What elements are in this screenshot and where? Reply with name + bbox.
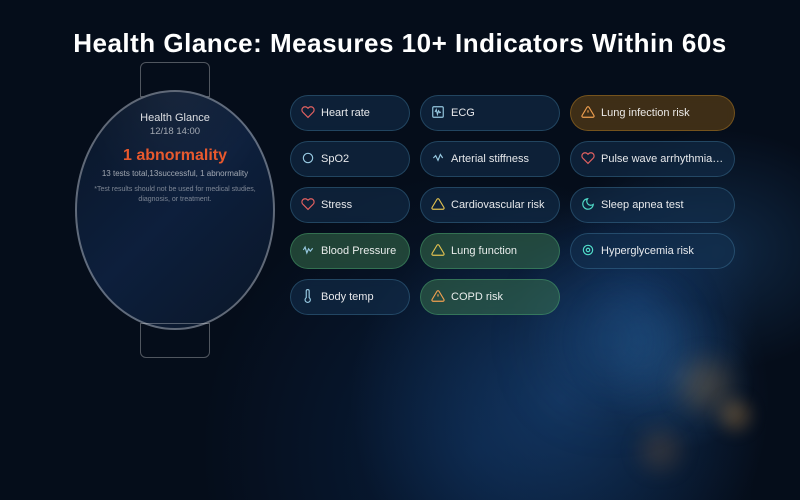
lung-function-label: Lung function: [451, 245, 517, 257]
watch-band-bottom: [140, 323, 210, 358]
indicator-spo2: SpO2: [290, 141, 410, 177]
copd-risk-icon: [431, 289, 445, 305]
body-temp-label: Body temp: [321, 291, 374, 303]
indicator-body-temp: Body temp: [290, 279, 410, 315]
indicators-grid: Heart rate ECG Lung infection risk SpO2 Arte…: [290, 95, 735, 317]
indicator-blood-pressure: Blood Pressure: [290, 233, 410, 269]
indicator-copd-risk: COPD risk: [420, 279, 560, 315]
lung-infection-icon: [581, 105, 595, 121]
lung-function-icon: [431, 243, 445, 259]
watch-container: Health Glance 12/18 14:00 1 abnormality …: [60, 90, 290, 370]
sleep-apnea-icon: [581, 197, 595, 213]
blood-pressure-label: Blood Pressure: [321, 245, 396, 257]
indicator-arterial-stiffness: Arterial stiffness: [420, 141, 560, 177]
heart-rate-icon: [301, 105, 315, 121]
pulse-wave-icon: [581, 151, 595, 167]
watch-tests: 13 tests total,13successful, 1 abnormali…: [102, 168, 248, 179]
watch-abnormality: 1 abnormality: [123, 147, 227, 165]
watch-disclaimer: *Test results should not be used for med…: [91, 185, 259, 205]
sleep-apnea-label: Sleep apnea test: [601, 199, 684, 211]
lung-infection-label: Lung infection risk: [601, 107, 690, 119]
indicator-cardiovascular: Cardiovascular risk: [420, 187, 560, 223]
bokeh-3: [720, 400, 750, 430]
hyperglycemia-icon: [581, 243, 595, 259]
spo2-icon: [301, 151, 315, 167]
indicator-sleep-apnea: Sleep apnea test: [570, 187, 735, 223]
page-title: Health Glance: Measures 10+ Indicators W…: [0, 28, 800, 59]
watch-body: Health Glance 12/18 14:00 1 abnormality …: [75, 90, 275, 330]
indicator-lung-infection: Lung infection risk: [570, 95, 735, 131]
hyperglycemia-label: Hyperglycemia risk: [601, 245, 694, 257]
indicator-heart-rate: Heart rate: [290, 95, 410, 131]
blood-pressure-icon: [301, 243, 315, 259]
watch-label: Health Glance: [140, 112, 210, 124]
heart-rate-label: Heart rate: [321, 107, 370, 119]
watch-face: Health Glance 12/18 14:00 1 abnormality …: [75, 90, 275, 330]
copd-risk-label: COPD risk: [451, 291, 503, 303]
indicator-stress: Stress: [290, 187, 410, 223]
spo2-label: SpO2: [321, 153, 349, 165]
body-temp-icon: [301, 289, 315, 305]
stress-icon: [301, 197, 315, 213]
stress-label: Stress: [321, 199, 352, 211]
indicator-pulse-wave: Pulse wave arrhythmia analysis: [570, 141, 735, 177]
watch-date: 12/18 14:00: [150, 126, 200, 137]
indicator-hyperglycemia: Hyperglycemia risk: [570, 233, 735, 269]
cardiovascular-label: Cardiovascular risk: [451, 199, 545, 211]
ecg-icon: [431, 105, 445, 121]
bokeh-2: [680, 360, 730, 410]
cardiovascular-icon: [431, 197, 445, 213]
indicator-lung-function: Lung function: [420, 233, 560, 269]
arterial-stiffness-label: Arterial stiffness: [451, 153, 529, 165]
ecg-label: ECG: [451, 107, 475, 119]
arterial-stiffness-icon: [431, 151, 445, 167]
pulse-wave-label: Pulse wave arrhythmia analysis: [601, 153, 724, 165]
indicator-ecg: ECG: [420, 95, 560, 131]
bokeh-5: [640, 430, 680, 470]
